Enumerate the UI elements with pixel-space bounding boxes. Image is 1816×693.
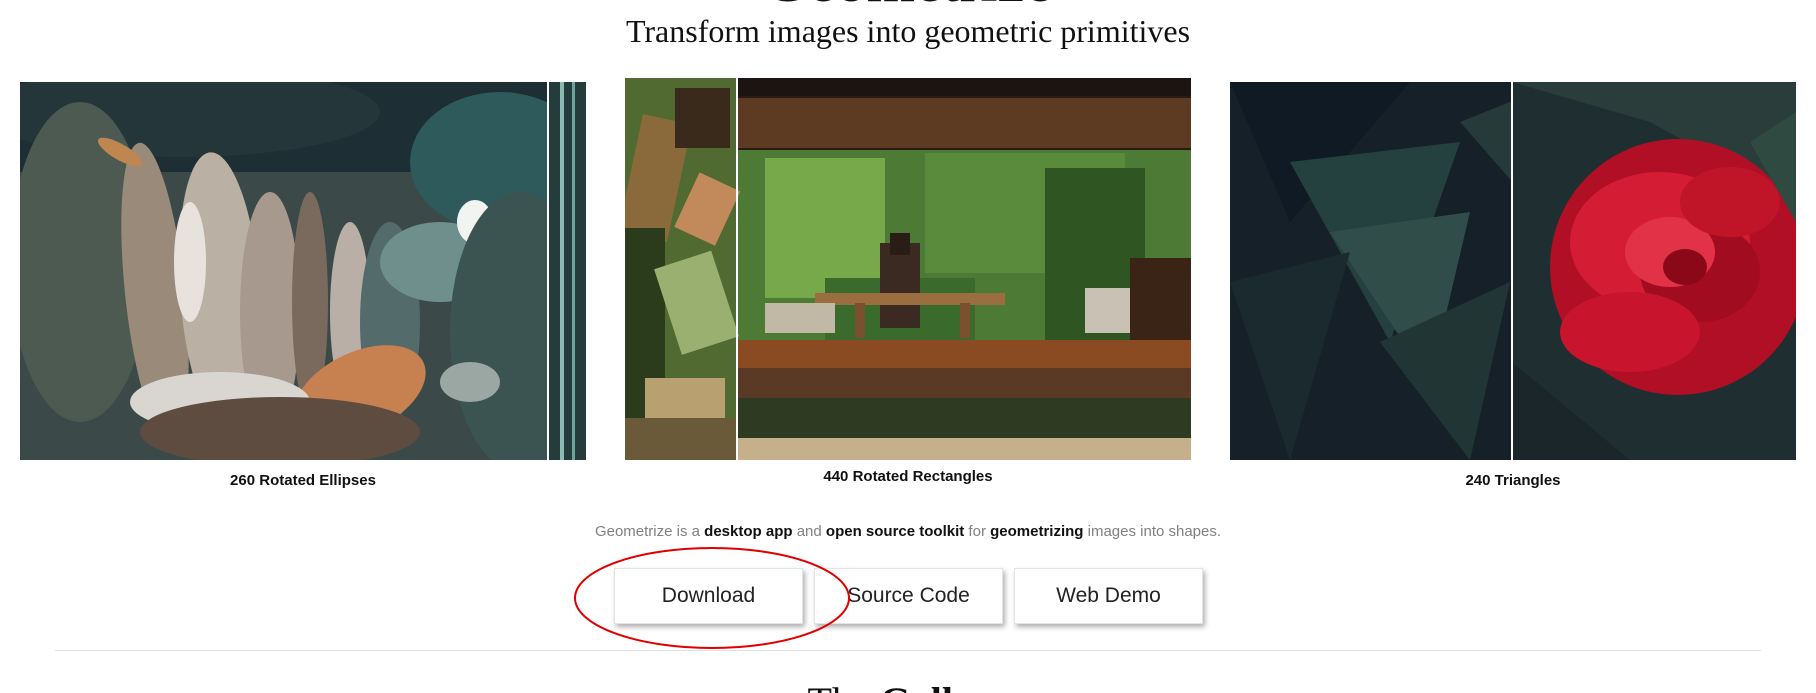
desc-text: and xyxy=(792,523,826,540)
desc-open-source-toolkit: open source toolkit xyxy=(825,523,965,540)
section-divider xyxy=(55,650,1761,651)
app-description: Geometrize is a desktop app and open sou… xyxy=(0,523,1816,540)
desc-text: Geometrize is a xyxy=(594,523,705,540)
desc-text: for xyxy=(964,523,991,540)
gallery-card-rectangles: 440 Rotated Rectangles xyxy=(625,78,1191,485)
caption-ellipses: 260 Rotated Ellipses xyxy=(230,472,376,489)
gallery-card-triangles: 240 Triangles xyxy=(1230,82,1796,489)
web-demo-button[interactable]: Web Demo xyxy=(1014,568,1203,624)
section-title-plain: The xyxy=(807,679,879,693)
desc-text: images into shapes. xyxy=(1083,523,1222,540)
caption-rectangles: 440 Rotated Rectangles xyxy=(823,468,993,485)
desc-geometrizing: geometrizing xyxy=(990,523,1084,540)
comparison-divider[interactable] xyxy=(736,78,738,460)
section-title-clip: The Gallery xyxy=(0,676,1816,693)
desc-desktop-app: desktop app xyxy=(704,523,793,540)
gallery-card-ellipses: 260 Rotated Ellipses xyxy=(20,82,586,489)
site-subtitle: Transform images into geometric primitiv… xyxy=(625,13,1191,49)
comparison-divider[interactable] xyxy=(1511,82,1513,460)
comparison-image-rectangles[interactable] xyxy=(625,78,1191,460)
site-title: Geometrize xyxy=(0,0,1816,12)
source-code-button[interactable]: Source Code xyxy=(814,568,1003,624)
comparison-image-triangles[interactable] xyxy=(1230,82,1796,460)
caption-triangles: 240 Triangles xyxy=(1465,472,1561,489)
comparison-divider[interactable] xyxy=(547,82,549,460)
comparison-image-ellipses[interactable] xyxy=(20,82,586,460)
section-title-bold: Gallery xyxy=(880,679,1009,693)
download-button[interactable]: Download xyxy=(614,568,803,624)
section-title: The Gallery xyxy=(0,682,1816,693)
